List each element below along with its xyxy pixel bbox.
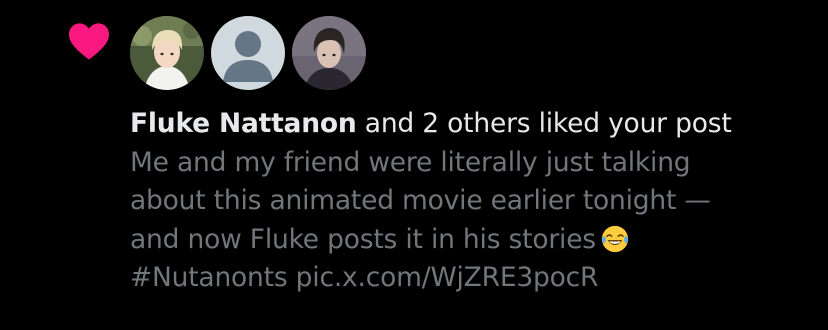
post-line: about this animated movie earlier tonigh… bbox=[130, 185, 711, 216]
action-text: and 2 others liked your post bbox=[356, 108, 732, 139]
post-line-text: and now Fluke posts it in his stories bbox=[130, 223, 596, 255]
actor-name-link[interactable]: Fluke Nattanon bbox=[130, 108, 357, 139]
post-line: and now Fluke posts it in his stories bbox=[130, 221, 810, 260]
post-line: Me and my friend were literally just tal… bbox=[130, 146, 691, 178]
heart-icon bbox=[69, 23, 109, 60]
avatar-user-3[interactable] bbox=[292, 16, 366, 90]
avatar-default[interactable] bbox=[211, 16, 285, 90]
notification-text: Fluke Nattanon and 2 others liked your p… bbox=[130, 105, 810, 298]
avatar-fluke-nattanon[interactable] bbox=[130, 16, 204, 90]
face-with-tears-of-joy-icon bbox=[601, 225, 629, 252]
notification-headline: Fluke Nattanon and 2 others liked your p… bbox=[130, 105, 810, 144]
post-line: #Nutanonts pic.x.com/WjZRE3pocR bbox=[130, 262, 599, 293]
notification-item[interactable]: Fluke Nattanon and 2 others liked your p… bbox=[0, 0, 828, 330]
post-preview[interactable]: Me and my friend were literally just tal… bbox=[130, 144, 810, 298]
